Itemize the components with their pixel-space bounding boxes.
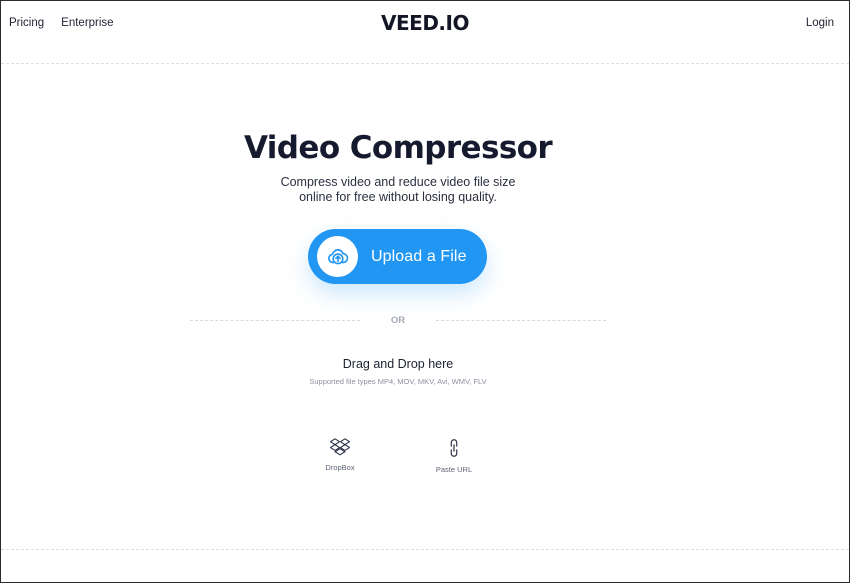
subtitle-line-1: Compress video and reduce video file siz… <box>280 175 516 189</box>
paste-url-label: Paste URL <box>435 465 473 474</box>
veed-logo[interactable]: VEED.IO <box>0 11 850 35</box>
login-link[interactable]: Login <box>806 17 834 29</box>
or-separator-text: OR <box>390 315 406 326</box>
supported-file-types: Supported file types MP4, MOV, MKV, Avi,… <box>309 377 487 386</box>
upload-file-button[interactable]: Upload a File <box>308 229 487 284</box>
paste-url-source-button[interactable]: Paste URL <box>419 437 489 474</box>
drag-drop-title[interactable]: Drag and Drop here <box>0 357 796 371</box>
dropbox-label: DropBox <box>325 463 355 472</box>
subtitle-line-2: online for free without losing quality. <box>299 190 497 204</box>
page-frame <box>0 0 850 583</box>
page-title: Video Compressor <box>243 130 553 166</box>
cloud-upload-icon <box>317 236 358 277</box>
or-divider-left <box>190 320 360 321</box>
footer-divider <box>1 549 849 550</box>
dropbox-icon <box>329 438 351 456</box>
page-subtitle: Compress video and reduce video file siz… <box>0 175 796 205</box>
dropbox-source-button[interactable]: DropBox <box>305 437 375 472</box>
or-divider-right <box>436 320 606 321</box>
link-icon <box>450 439 458 457</box>
upload-button-label: Upload a File <box>371 247 467 265</box>
header-divider <box>1 63 849 64</box>
